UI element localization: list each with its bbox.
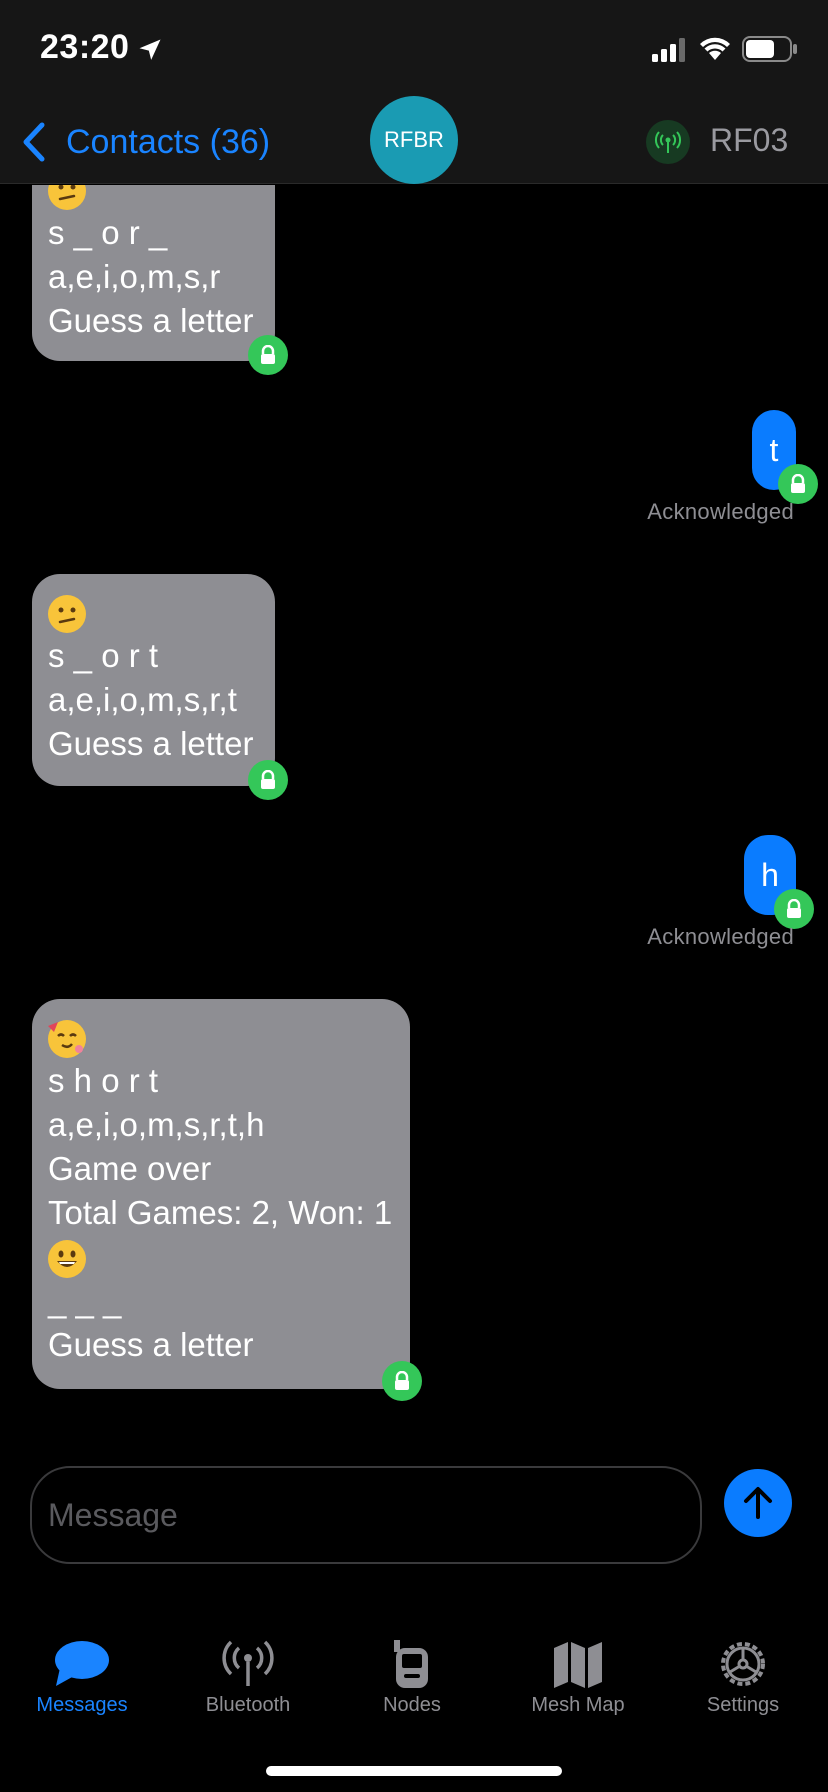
tab-settings[interactable]: Settings: [668, 1640, 818, 1717]
radio-connected-icon: [646, 120, 690, 164]
incoming-message-bubble[interactable]: s _ o r _ a,e,i,o,m,s,r Guess a letter: [32, 185, 275, 361]
status-bar: 23:20: [0, 0, 828, 100]
encrypted-lock-icon: [382, 1361, 422, 1401]
message-line: Guess a letter: [48, 1326, 254, 1363]
message-text: h: [761, 856, 779, 893]
message-line: s _ o r t: [48, 637, 159, 674]
tab-nodes[interactable]: Nodes: [337, 1640, 487, 1717]
message-list[interactable]: s _ o r _ a,e,i,o,m,s,r Guess a letter t…: [0, 185, 828, 1445]
message-input-container: [30, 1466, 702, 1564]
message-text: t: [769, 431, 779, 468]
incoming-message-bubble[interactable]: s _ o r t a,e,i,o,m,s,r,t Guess a letter: [32, 574, 275, 786]
tab-mesh-map[interactable]: Mesh Map: [503, 1640, 653, 1717]
radio-device-icon: [394, 1640, 428, 1688]
tab-bluetooth[interactable]: Bluetooth: [173, 1640, 323, 1717]
contact-avatar[interactable]: RFBR: [370, 96, 458, 184]
message-emoji: [48, 1015, 394, 1059]
encrypted-lock-icon: [778, 464, 818, 504]
delivery-status: Acknowledged: [647, 924, 794, 949]
confused-face-icon: [48, 595, 86, 634]
status-time: 23:20: [40, 28, 130, 66]
confused-face-icon: [48, 185, 86, 211]
arrow-up-icon: [744, 1487, 772, 1519]
message-line: s _ o r _: [48, 214, 168, 251]
battery-icon: [742, 36, 797, 62]
tab-messages[interactable]: Messages: [7, 1640, 157, 1717]
tab-label: Mesh Map: [531, 1694, 625, 1716]
message-emoji: [48, 185, 259, 211]
message-line: a,e,i,o,m,s,r,t,h: [48, 1106, 265, 1143]
wifi-icon: [700, 37, 730, 60]
message-line: s h o r t: [48, 1062, 159, 1099]
encrypted-lock-icon: [248, 335, 288, 375]
grinning-face-icon: [48, 1240, 86, 1279]
message-line: Total Games: 2, Won: 1: [48, 1194, 393, 1231]
navigation-bar: Contacts (36) RFBR RF03: [0, 96, 828, 184]
message-line: Guess a letter: [48, 302, 254, 339]
message-line: Guess a letter: [48, 725, 254, 762]
message-input[interactable]: [48, 1496, 700, 1534]
tab-label: Messages: [36, 1694, 128, 1716]
encrypted-lock-icon: [774, 889, 814, 929]
map-icon: [554, 1642, 602, 1688]
gear-icon: [721, 1642, 765, 1686]
chat-bubble-icon: [55, 1641, 109, 1686]
encrypted-lock-icon: [248, 760, 288, 800]
send-button[interactable]: [724, 1469, 792, 1537]
chevron-left-icon: [23, 122, 45, 162]
party-face-icon: [48, 1020, 86, 1059]
message-emoji: [48, 1235, 394, 1279]
back-button-label: Contacts (36): [66, 122, 271, 161]
location-arrow-icon: [139, 39, 161, 60]
home-indicator[interactable]: [266, 1766, 562, 1776]
tab-label: Nodes: [383, 1694, 441, 1716]
back-to-contacts-button[interactable]: Contacts (36): [22, 118, 270, 166]
cellular-signal-icon: [652, 38, 685, 62]
message-line: a,e,i,o,m,s,r,t: [48, 681, 237, 718]
message-line: a,e,i,o,m,s,r: [48, 258, 221, 295]
tab-label: Settings: [706, 1694, 780, 1716]
connected-node-name: RF03: [710, 122, 789, 158]
message-line: _ _ _: [48, 1282, 122, 1319]
tab-label: Bluetooth: [205, 1694, 291, 1716]
delivery-status: Acknowledged: [647, 499, 794, 524]
incoming-message-bubble[interactable]: s h o r t a,e,i,o,m,s,r,t,h Game over To…: [32, 999, 410, 1389]
message-emoji: [48, 590, 259, 634]
message-line: Game over: [48, 1150, 212, 1187]
antenna-icon: [222, 1640, 274, 1686]
